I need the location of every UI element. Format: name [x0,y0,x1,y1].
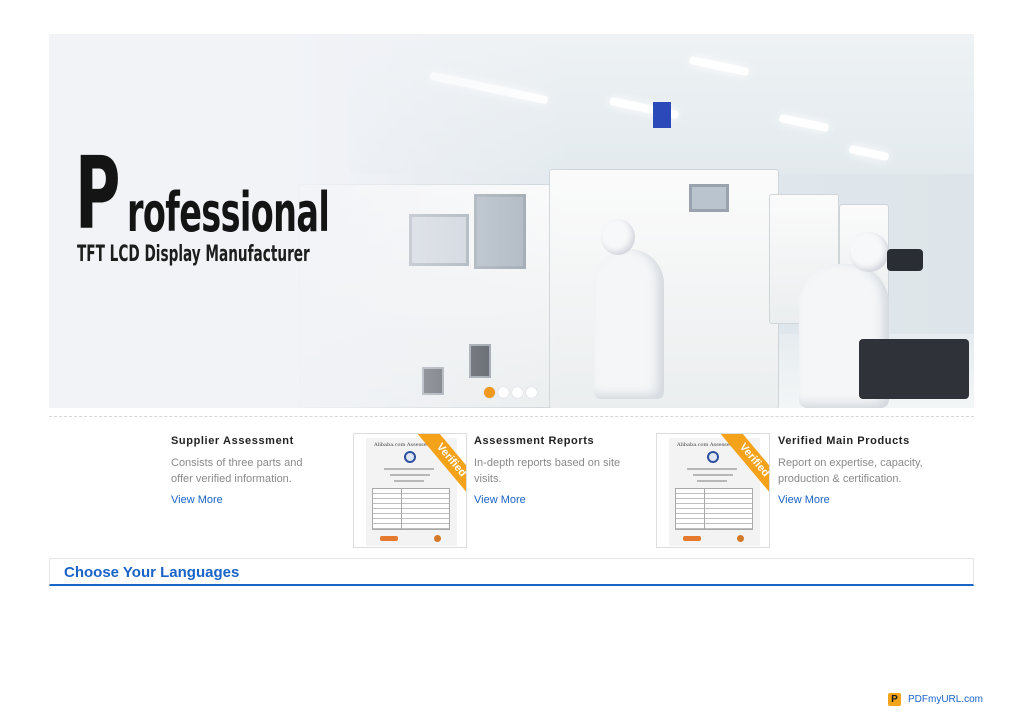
hero-subheadline: TFT LCD Display Manufacturer [77,242,310,267]
pdf-logo-icon: P [888,693,901,706]
hero-headline: P rofessional TFT LCD Display Manufactur… [75,135,330,266]
report-table [372,488,450,530]
view-more-link[interactable]: View More [474,494,526,506]
view-more-link[interactable]: View More [778,494,830,506]
feature-title: Assessment Reports [474,435,595,447]
verified-products-thumbnail[interactable]: Alibaba.com Assessed Su Verified [656,433,770,548]
slider-pagination [484,387,537,398]
report-text-line [384,468,434,470]
report-seal-icon [707,451,719,463]
feature-desc-line: Report on expertise, capacity, [778,457,923,469]
hero-headline-rest: rofessional [127,181,330,244]
report-stamp-icon [434,535,441,542]
slider-dot-4[interactable] [526,387,537,398]
pdfmyurl-link[interactable]: PDFmyURL.com [908,694,983,705]
hero-machine-screen [689,184,729,212]
feature-desc-line: production & certification. [778,473,902,485]
feature-desc-line: Consists of three parts and [171,457,303,469]
report-text-line [697,480,727,482]
hero-worker-head [601,219,635,255]
language-section-title: Choose Your Languages [64,564,240,581]
report-table [675,488,753,530]
report-logo [380,536,398,541]
feature-title: Verified Main Products [778,435,910,447]
feature-title: Supplier Assessment [171,435,294,447]
report-logo [683,536,701,541]
report-seal-icon [404,451,416,463]
report-text-line [693,474,733,476]
report-text-line [390,474,430,476]
section-divider [49,416,974,417]
slider-dot-1[interactable] [484,387,495,398]
hero-worker [594,249,664,399]
hero-worker-head [849,232,889,272]
hero-headline-initial: P [75,135,120,252]
view-more-link[interactable]: View More [171,494,223,506]
hero-machine [549,169,779,408]
hero-microscope [887,249,923,271]
slider-dot-3[interactable] [512,387,523,398]
hero-lab-bench [859,339,969,399]
feature-desc-line: visits. [474,473,502,485]
feature-desc-line: In-depth reports based on site [474,457,621,469]
hero-wall-sign [653,102,671,128]
language-section-header: Choose Your Languages [49,558,974,586]
feature-desc-line: offer verified information. [171,473,292,485]
assessment-report-thumbnail[interactable]: Alibaba.com Assessed Su Verified [353,433,467,548]
report-text-line [394,480,424,482]
report-text-line [687,468,737,470]
pdfmyurl-badge[interactable]: P PDFmyURL.com [888,693,983,706]
hero-banner[interactable]: P rofessional TFT LCD Display Manufactur… [49,34,974,408]
report-stamp-icon [737,535,744,542]
slider-dot-2[interactable] [498,387,509,398]
